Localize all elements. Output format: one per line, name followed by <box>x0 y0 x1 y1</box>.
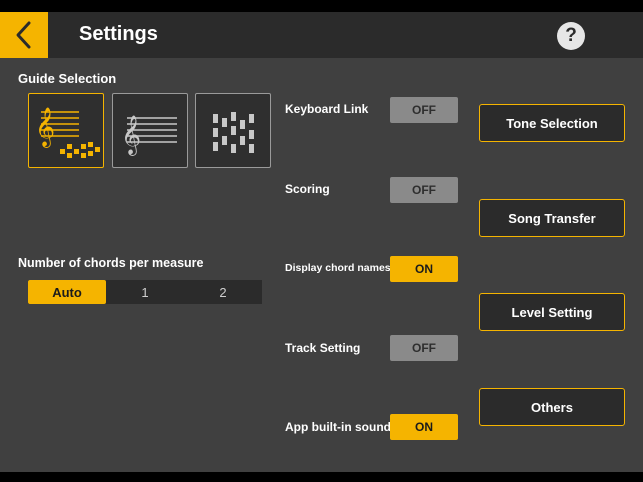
chords-option-1[interactable]: 1 <box>106 280 184 304</box>
status-bar <box>0 0 643 12</box>
display-chord-names-toggle[interactable]: ON <box>390 256 458 282</box>
guide-option-score[interactable]: 𝄞 <box>112 93 188 168</box>
keyboard-link-toggle[interactable]: OFF <box>390 97 458 123</box>
tone-selection-button[interactable]: Tone Selection <box>479 104 625 142</box>
app-built-in-sound-toggle[interactable]: ON <box>390 414 458 440</box>
chords-segmented-control: Auto 1 2 <box>28 280 262 304</box>
svg-text:𝄞: 𝄞 <box>35 107 55 148</box>
page-title: Settings <box>79 23 158 45</box>
scoring-toggle[interactable]: OFF <box>390 177 458 203</box>
guide-option-score-blocks[interactable]: 𝄞 <box>28 93 104 168</box>
help-button[interactable]: ? <box>557 22 585 50</box>
level-setting-button[interactable]: Level Setting <box>479 293 625 331</box>
chords-label: Number of chords per measure <box>18 256 204 270</box>
others-button[interactable]: Others <box>479 388 625 426</box>
bottom-bar <box>0 472 643 482</box>
chords-option-2[interactable]: 2 <box>184 280 262 304</box>
scoring-label: Scoring <box>285 182 330 196</box>
track-setting-toggle[interactable]: OFF <box>390 335 458 361</box>
track-setting-label: Track Setting <box>285 341 361 355</box>
score-with-blocks-icon: 𝄞 <box>35 107 100 158</box>
keyboard-link-label: Keyboard Link <box>285 102 369 116</box>
app-built-in-sound-label: App built-in sound <box>285 420 391 434</box>
guide-selection-label: Guide Selection <box>18 71 117 86</box>
chevron-left-icon <box>16 21 31 49</box>
header-bar: Settings ? <box>0 12 643 58</box>
back-button[interactable] <box>0 12 48 58</box>
settings-content: Guide Selection 𝄞 𝄞 Number of chords per… <box>0 58 643 472</box>
display-chord-names-label: Display chord names <box>285 262 391 274</box>
chords-option-auto[interactable]: Auto <box>28 280 106 304</box>
score-icon: 𝄞 <box>121 115 177 156</box>
song-transfer-button[interactable]: Song Transfer <box>479 199 625 237</box>
guide-option-blocks[interactable] <box>195 93 271 168</box>
falling-blocks-icon <box>213 112 254 153</box>
svg-text:𝄞: 𝄞 <box>121 115 141 156</box>
